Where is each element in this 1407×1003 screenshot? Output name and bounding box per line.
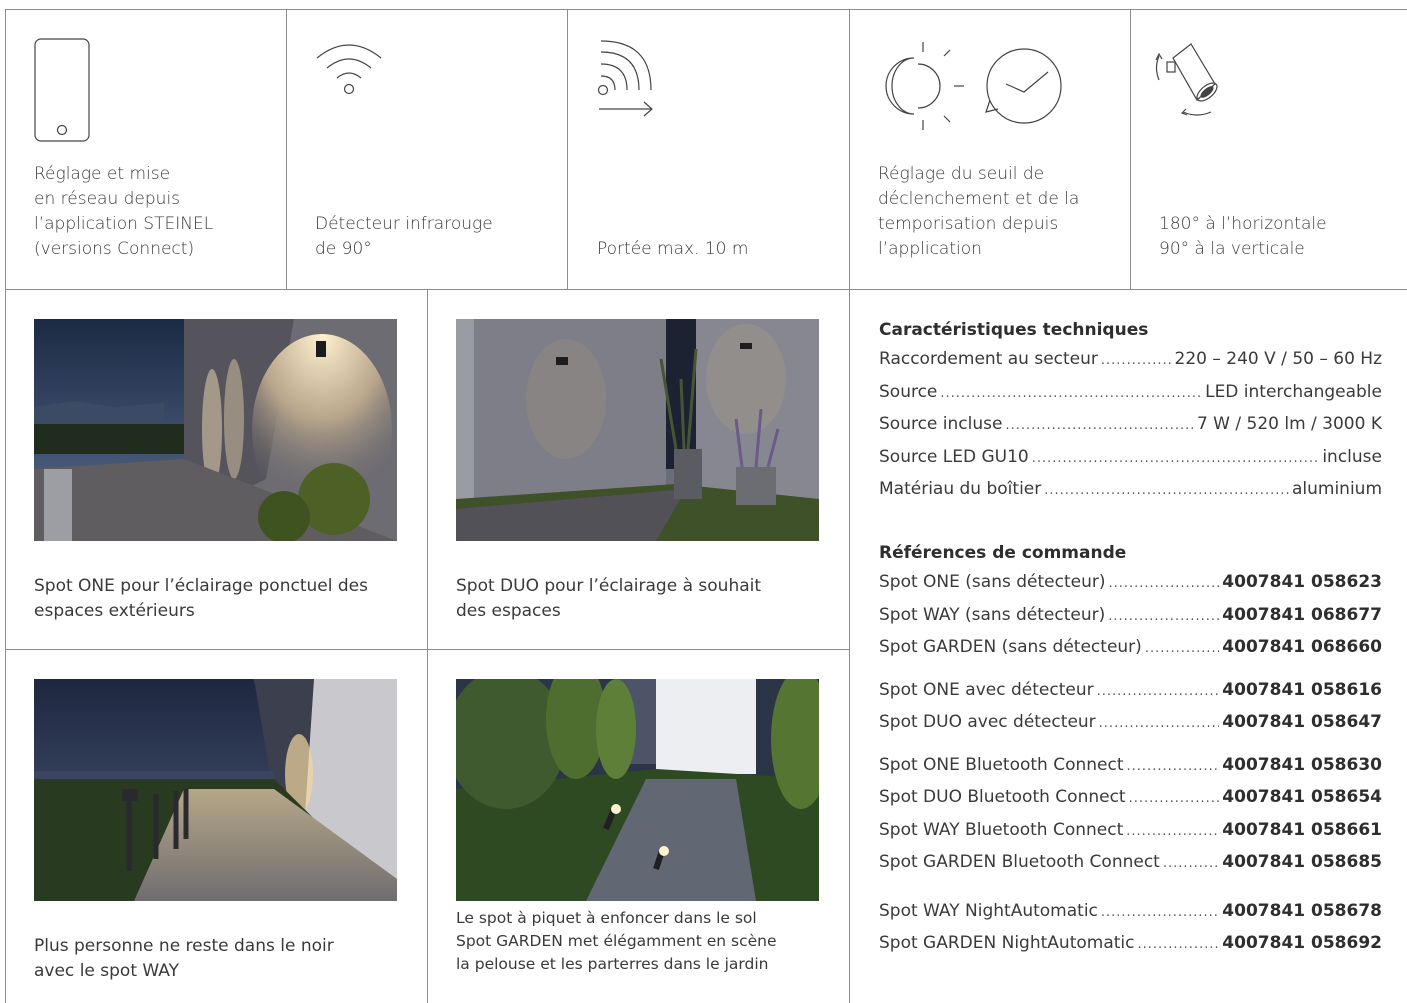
spot-one-caption: Spot ONE pour l’éclairage ponctuel des e… [34, 576, 368, 621]
spot-garden-caption: Le spot à piquet à enfoncer dans le sol … [456, 909, 777, 973]
order-row: Spot GARDEN NightAutomatic4007841 058692 [879, 928, 1382, 961]
feature-threshold-timer: Réglage du seuil de déclenchement et de … [878, 10, 1128, 288]
feature-text: Détecteur infrarouge de 90° [315, 214, 493, 259]
rotating-spot-icon [1153, 40, 1233, 122]
order-row: Spot WAY (sans détecteur)4007841 068677 [879, 600, 1382, 633]
order-references: Références de commande Spot ONE (sans dé… [879, 541, 1382, 961]
spec-row: Raccordement au secteur220 – 240 V / 50 … [879, 344, 1382, 377]
wifi-icon [315, 40, 385, 100]
smartphone-icon [34, 38, 94, 144]
feature-range: Portée max. 10 m [597, 10, 847, 288]
spot-one-photo [34, 319, 397, 541]
detection-range-icon [597, 40, 659, 122]
spot-way-photo [34, 679, 397, 901]
spec-row: Matériau du boîtieraluminium [879, 474, 1382, 507]
technical-specs: Caractéristiques techniques Raccordement… [879, 318, 1382, 507]
order-row: Spot WAY Bluetooth Connect4007841 058661 [879, 815, 1382, 848]
order-row: Spot GARDEN (sans détecteur)4007841 0686… [879, 632, 1382, 665]
orders-title: Références de commande [879, 543, 1127, 563]
order-row: Spot WAY NightAutomatic4007841 058678 [879, 896, 1382, 929]
photo-divider [427, 289, 428, 1003]
order-row: Spot ONE Bluetooth Connect4007841 058630 [879, 750, 1382, 783]
feature-divider-4 [1130, 9, 1131, 290]
order-row: Spot DUO avec détecteur4007841 058647 [879, 707, 1382, 740]
feature-divider-2 [567, 9, 568, 290]
spot-duo-photo [456, 319, 819, 541]
spot-way-caption: Plus personne ne reste dans le noir avec… [34, 936, 334, 981]
feature-text: 180° à l’horizontale 90° à la verticale [1159, 214, 1327, 259]
light-threshold-timer-icon [878, 42, 1068, 132]
feature-text: Réglage du seuil de déclenchement et de … [878, 164, 1080, 259]
order-row: Spot ONE avec détecteur4007841 058616 [879, 675, 1382, 708]
feature-text: Réglage et mise en réseau depuis l’appli… [34, 164, 214, 259]
feature-divider-1 [286, 9, 287, 290]
order-row: Spot GARDEN Bluetooth Connect4007841 058… [879, 847, 1382, 880]
feature-text: Portée max. 10 m [597, 239, 749, 259]
feature-infrared: Détecteur infrarouge de 90° [315, 10, 565, 288]
spot-garden-photo [456, 679, 819, 901]
spot-duo-caption: Spot DUO pour l’éclairage à souhait des … [456, 576, 762, 621]
left-border [5, 9, 6, 1003]
feature-app-setup: Réglage et mise en réseau depuis l’appli… [34, 10, 284, 288]
order-row: Spot ONE (sans détecteur)4007841 058623 [879, 567, 1382, 600]
spec-row: Source LED GU10incluse [879, 442, 1382, 475]
order-row: Spot DUO Bluetooth Connect4007841 058654 [879, 782, 1382, 815]
spec-row: SourceLED interchangeable [879, 377, 1382, 410]
feature-rotation: 180° à l’horizontale 90° à la verticale [1155, 10, 1399, 288]
feature-row-divider [5, 289, 1407, 290]
spec-row: Source incluse7 W / 520 lm / 3000 K [879, 409, 1382, 442]
main-divider [849, 9, 850, 1003]
specs-title: Caractéristiques techniques [879, 320, 1149, 340]
